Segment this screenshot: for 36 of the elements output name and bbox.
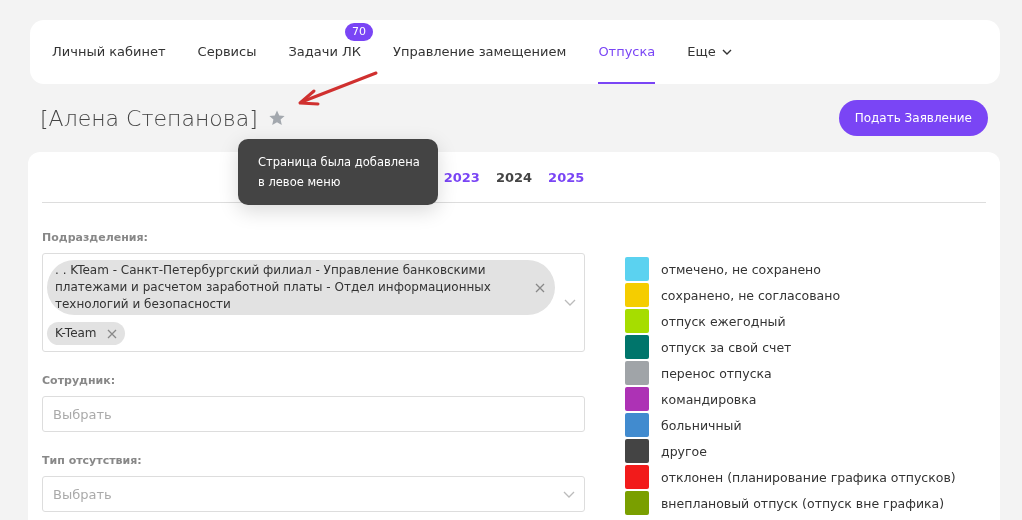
nav-tab[interactable]: Управление замещением	[393, 43, 567, 61]
close-icon[interactable]	[106, 328, 117, 339]
departments-select[interactable]: . . KTeam - Санкт-Петербургский филиал - Управление банковскими платежами и расчетом заработной платы - Отдел информационных технологий и безопасности K-Team	[42, 253, 585, 352]
field-label: Тип отсутствия:	[42, 454, 143, 467]
chip-label: . . KTeam - Санкт-Петербургский филиал - Управление банковскими платежами и расчетом заработной платы - Отдел информационных технологий и безопасности	[55, 262, 492, 313]
field-label: Подразделения:	[42, 231, 149, 244]
nav-tab[interactable]: Задачи ЛК	[288, 43, 361, 61]
legend-label: отпуск ежегодный	[661, 313, 786, 329]
nav-tab[interactable]: Отпуска	[598, 43, 656, 61]
legend-label: перенос отпуска	[661, 365, 772, 381]
employee-field[interactable]: Выбрать	[42, 396, 585, 432]
submit-application-button[interactable]: Подать Заявление	[838, 100, 988, 136]
tooltip: Страница была добавлена в левое меню	[238, 139, 438, 205]
chevron-down-icon	[563, 491, 575, 498]
close-icon[interactable]	[535, 282, 545, 293]
legend-label: отмечено, не сохранено	[661, 261, 821, 277]
star-icon[interactable]	[267, 109, 286, 127]
chevron-down-icon	[564, 299, 576, 306]
legend-label: отпуск за свой счет	[661, 339, 792, 355]
count-badge: 70	[345, 23, 373, 41]
year-tab[interactable]: 2023	[443, 169, 480, 185]
legend-label: отклонен (планирование графика отпусков)	[661, 469, 956, 485]
page-title: [Алена Степанова]	[40, 105, 258, 131]
nav-tab[interactable]: Личный кабинет	[52, 43, 166, 61]
legend-label: другое	[661, 443, 707, 459]
nav-tab[interactable]: Еще	[687, 43, 732, 61]
nav-tab[interactable]: Сервисы	[197, 43, 257, 61]
legend-label: сохранено, не согласовано	[661, 287, 841, 303]
legend-label: командировка	[661, 391, 757, 407]
field-label: Сотрудник:	[42, 374, 117, 387]
year-tab[interactable]: 2025	[548, 169, 585, 185]
absence-type-select[interactable]: Выбрать	[42, 476, 585, 512]
year-tab[interactable]: 2024	[495, 169, 533, 185]
chip-label: K-Team	[55, 325, 97, 342]
legend-label: внеплановый отпуск (отпуск вне графика)	[661, 495, 945, 511]
legend-label: больничный	[661, 417, 742, 433]
